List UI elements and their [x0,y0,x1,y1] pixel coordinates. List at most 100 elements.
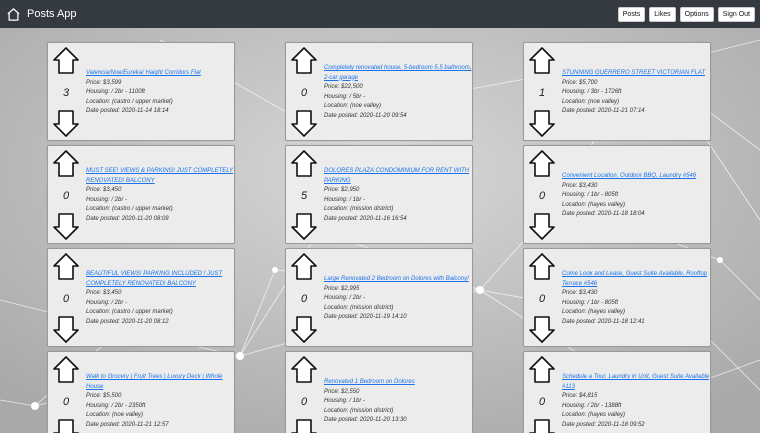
post-info: Renovated 1 Bedroom on Dolores Price: $2,… [324,378,474,426]
post-title-link[interactable]: Walk to Grocery | Fruit Trees | Luxury D… [86,373,236,392]
post-housing: Housing: / 5br - [324,93,366,100]
vote-count: 1 [538,87,546,99]
post-date: Date posted: 2020-11-18 12:41 [562,318,645,325]
post-title-link[interactable]: Convenient Location, Outdoor BBQ, Laundr… [562,172,712,182]
upvote-arrow-icon[interactable] [290,252,318,280]
post-location: Location: (castro / upper market) [86,206,173,212]
upvote-arrow-icon[interactable] [528,355,556,383]
post-info: Valencia/Noe/Eureka/ Haight Corridors Fl… [86,69,236,117]
post-date: Date posted: 2020-11-16 16:54 [324,215,407,222]
downvote-arrow-icon[interactable] [52,110,80,138]
post-title-link[interactable]: Completely renovated house, 5-bedroom 5.… [324,64,474,83]
upvote-arrow-icon[interactable] [290,46,318,74]
post-location: Location: (mission district) [324,407,394,414]
upvote-arrow-icon[interactable] [52,355,80,383]
post-location: Location: (hayes valley) [562,309,626,315]
downvote-arrow-icon[interactable] [290,213,318,241]
vote-controls: 1 [528,46,556,139]
downvote-arrow-icon[interactable] [528,213,556,241]
post-card: 0 Completely renovated house, 5-bedroom 5… [285,42,473,141]
vote-controls: 0 [290,46,318,139]
vote-count: 0 [300,87,308,99]
upvote-arrow-icon[interactable] [290,355,318,383]
home-icon [7,7,20,21]
vote-controls: 0 [528,149,556,242]
post-title-link[interactable]: BEAUTIFUL VIEWS! PARKING INCLUDED ! JUST… [86,270,236,289]
post-info: STUNNING GUERRERO STREET VICTORIAN FLAT P… [562,69,712,117]
post-housing: Housing: / 1br - [324,196,366,203]
upvote-arrow-icon[interactable] [52,46,80,74]
post-date: Date posted: 2020-11-20 13:30 [324,417,407,423]
post-price: Price: $3,450 [86,290,122,296]
vote-controls: 0 [290,355,318,433]
upvote-arrow-icon[interactable] [528,252,556,280]
options-button[interactable]: Options [679,7,714,22]
post-card: 0 Renovated 1 Bedroom on Dolores Price: $2… [285,351,473,433]
vote-count: 0 [300,396,308,408]
downvote-arrow-icon[interactable] [528,419,556,433]
post-housing: Housing: / 2br - 1100ft [86,89,145,95]
post-date: Date posted: 2020-11-20 09:54 [324,112,407,119]
post-price: Price: $3,450 [86,187,122,193]
post-price: Price: $3,430 [562,290,598,296]
downvote-arrow-icon[interactable] [528,110,556,138]
post-price: Price: $5,500 [86,393,122,399]
posts-button[interactable]: Posts [617,7,646,22]
upvote-arrow-icon[interactable] [528,46,556,74]
top-navbar: Posts App Posts Likes Options Sign Out [0,0,760,28]
downvote-arrow-icon[interactable] [290,316,318,344]
vote-controls: 0 [290,252,318,345]
post-card: 5 DOLORES PLAZA CONDOMINIUM FOR RENT WITH… [285,145,473,244]
downvote-arrow-icon[interactable] [52,316,80,344]
post-card: 0 Large Renovated 2 Bedroom on Dolores wi… [285,248,473,347]
vote-controls: 3 [52,46,80,139]
post-price: Price: $22,500 [324,84,363,90]
vote-count: 0 [62,190,70,202]
post-location: Location: (castro / upper market) [86,309,173,315]
vote-controls: 0 [52,252,80,345]
post-price: Price: $3,599 [86,79,122,86]
upvote-arrow-icon[interactable] [528,149,556,177]
post-info: MUST SEE! VIEWS & PARKING! JUST COMPLETE… [86,167,236,224]
post-card: 0 Schedule a Tour, Laundry in Unit, Guest… [523,351,711,433]
downvote-arrow-icon[interactable] [290,419,318,433]
upvote-arrow-icon[interactable] [290,149,318,177]
post-title-link[interactable]: DOLORES PLAZA CONDOMINIUM FOR RENT WITH … [324,167,474,186]
brand[interactable]: Posts App [6,4,77,24]
nav-buttons: Posts Likes Options Sign Out [617,7,755,22]
post-location: Location: (castro / upper market) [86,98,173,105]
post-title-link[interactable]: Large Renovated 2 Bedroom on Dolores wit… [324,275,474,285]
post-title-link[interactable]: Schedule a Tour, Laundry in Unit, Guest … [562,373,712,392]
post-date: Date posted: 2020-11-19 14:10 [324,314,407,320]
post-title-link[interactable]: Valencia/Noe/Eureka/ Haight Corridors Fl… [86,69,236,79]
post-price: Price: $2,950 [324,187,360,193]
post-location: Location: (hayes valley) [562,201,626,208]
post-title-link[interactable]: MUST SEE! VIEWS & PARKING! JUST COMPLETE… [86,167,236,186]
post-date: Date posted: 2020-11-18 18:04 [562,211,645,217]
downvote-arrow-icon[interactable] [528,316,556,344]
sign-out-button[interactable]: Sign Out [717,7,755,22]
post-housing: Housing: / 3br - 1726ft [562,89,622,95]
post-info: Walk to Grocery | Fruit Trees | Luxury D… [86,373,236,430]
vote-count: 0 [62,293,70,305]
post-housing: Housing: / 1br - [324,398,366,404]
post-title-link[interactable]: Come Look and Lease, Guest Suite Availab… [562,270,712,289]
post-card: 0 BEAUTIFUL VIEWS! PARKING INCLUDED ! JUS… [47,248,235,347]
post-card: 0 Walk to Grocery | Fruit Trees | Luxury … [47,351,235,433]
downvote-arrow-icon[interactable] [52,419,80,433]
post-housing: Housing: / 2br - 2350ft [86,402,146,409]
post-card: 0 Come Look and Lease, Guest Suite Availa… [523,248,711,347]
post-info: Completely renovated house, 5-bedroom 5.… [324,64,474,121]
vote-controls: 0 [52,355,80,433]
vote-count: 0 [62,396,70,408]
vote-controls: 0 [52,149,80,242]
post-title-link[interactable]: STUNNING GUERRERO STREET VICTORIAN FLAT [562,69,712,79]
upvote-arrow-icon[interactable] [52,149,80,177]
post-housing: Housing: / 2br - [324,295,366,301]
post-title-link[interactable]: Renovated 1 Bedroom on Dolores [324,378,474,388]
post-card: 1 STUNNING GUERRERO STREET VICTORIAN FLAT… [523,42,711,141]
likes-button[interactable]: Likes [649,7,676,22]
downvote-arrow-icon[interactable] [52,213,80,241]
downvote-arrow-icon[interactable] [290,110,318,138]
upvote-arrow-icon[interactable] [52,252,80,280]
